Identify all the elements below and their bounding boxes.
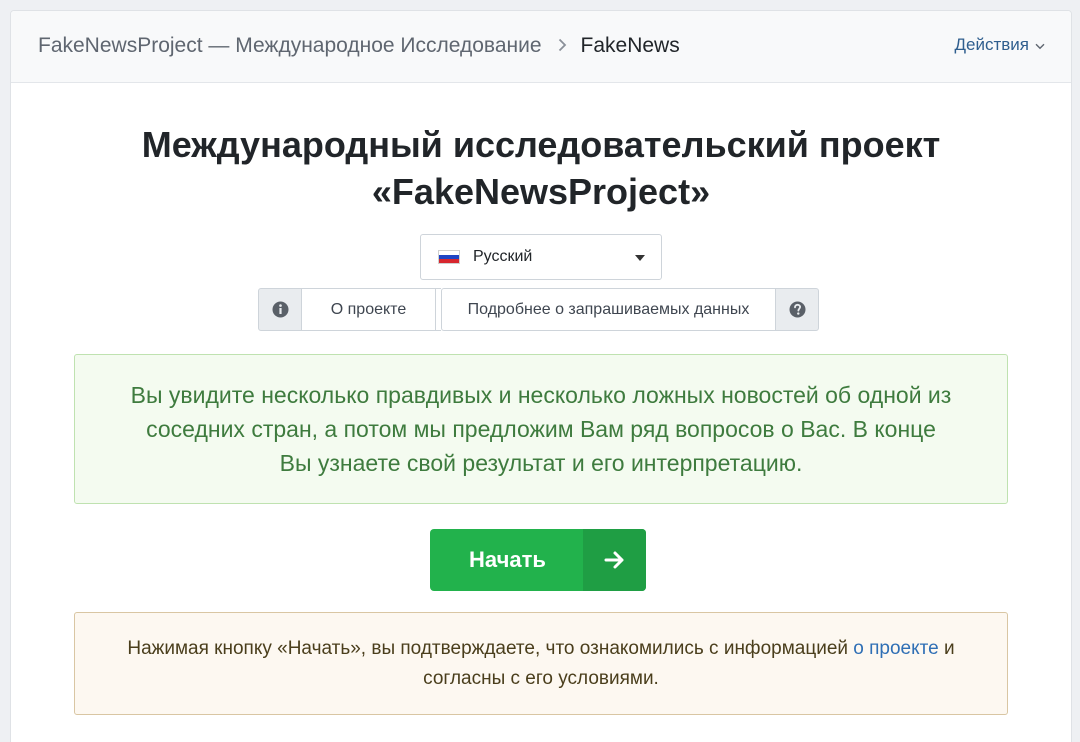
info-button-group: О проекте Подробнее о запрашиваемых данн… bbox=[258, 288, 819, 331]
language-select[interactable]: Русский bbox=[420, 234, 662, 280]
question-circle-icon bbox=[775, 288, 819, 331]
consent-text-before: Нажимая кнопку «Начать», вы подтверждает… bbox=[127, 637, 854, 659]
start-button-label: Начать bbox=[469, 547, 546, 572]
intro-alert: Вы увидите несколько правдивых и несколь… bbox=[74, 354, 1008, 504]
top-bar: FakeNewsProject — Международное Исследов… bbox=[11, 11, 1071, 83]
breadcrumb-parent-link[interactable]: FakeNewsProject — Международное Исследов… bbox=[38, 33, 542, 59]
consent-text: Нажимая кнопку «Начать», вы подтверждает… bbox=[115, 634, 967, 694]
arrow-right-icon bbox=[583, 529, 646, 591]
russia-flag-icon bbox=[438, 250, 460, 264]
main-card: FakeNewsProject — Международное Исследов… bbox=[10, 10, 1072, 742]
caret-down-icon bbox=[635, 255, 645, 261]
intro-text: Вы увидите несколько правдивых и несколь… bbox=[130, 382, 952, 476]
data-details-button[interactable]: Подробнее о запрашиваемых данных bbox=[441, 288, 775, 331]
info-circle-icon bbox=[258, 288, 302, 331]
language-selected-value: Русский bbox=[473, 248, 533, 265]
page-title-line-2: «FakeNewsProject» bbox=[371, 171, 711, 212]
breadcrumb: FakeNewsProject — Международное Исследов… bbox=[38, 33, 680, 59]
page-title: Международный исследовательский проект «… bbox=[11, 121, 1071, 215]
actions-dropdown[interactable]: Действия bbox=[955, 35, 1045, 55]
actions-label: Действия bbox=[954, 35, 1029, 54]
breadcrumb-current: FakeNews bbox=[580, 34, 680, 57]
about-project-button[interactable]: О проекте bbox=[302, 288, 436, 331]
about-project-link[interactable]: о проекте bbox=[853, 638, 938, 659]
start-button[interactable]: Начать bbox=[430, 529, 646, 591]
chevron-down-icon bbox=[1035, 43, 1045, 49]
consent-alert: Нажимая кнопку «Начать», вы подтверждает… bbox=[74, 612, 1008, 715]
chevron-right-icon bbox=[558, 33, 567, 59]
page-title-line-1: Международный исследовательский проект bbox=[141, 124, 941, 165]
